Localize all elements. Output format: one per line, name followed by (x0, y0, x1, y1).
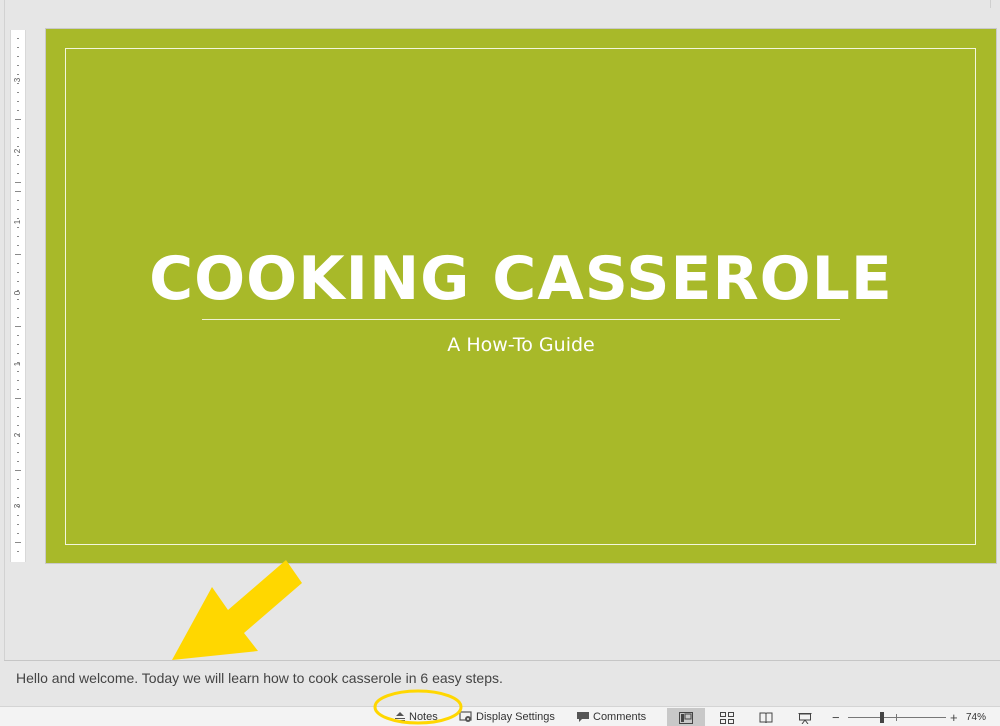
reading-view-icon (759, 712, 773, 723)
display-settings-button[interactable]: Display Settings (459, 707, 555, 726)
ruler-tick (15, 191, 21, 192)
ruler-tick (17, 281, 19, 282)
ruler-tick (17, 101, 19, 102)
editor-top-edge (0, 0, 991, 8)
ruler-tick (17, 146, 19, 147)
ruler-tick (17, 83, 19, 84)
ruler-tick (17, 128, 19, 129)
ruler-tick (17, 173, 19, 174)
ruler-tick (15, 398, 21, 399)
yellow-arrow-annotation (172, 560, 302, 660)
ruler-tick (17, 308, 19, 309)
normal-view-button[interactable] (667, 708, 705, 726)
zoom-slider-thumb[interactable] (880, 712, 884, 723)
slide-show-icon (798, 712, 812, 724)
ruler-tick (15, 326, 21, 327)
powerpoint-window: 3210123 COOKING CASSEROLE A How-To Guide… (0, 0, 1000, 726)
slide-title[interactable]: COOKING CASSEROLE (46, 243, 996, 315)
ruler-tick (15, 119, 21, 120)
ruler-tick (17, 425, 19, 426)
ruler-tick (17, 443, 19, 444)
ruler-tick (17, 110, 19, 111)
speaker-notes-text[interactable]: Hello and welcome. Today we will learn h… (16, 669, 503, 687)
ruler-tick (17, 452, 19, 453)
ruler-tick (17, 92, 19, 93)
notes-button[interactable]: Notes (394, 707, 438, 726)
ruler-tick (17, 218, 19, 219)
display-settings-label: Display Settings (476, 711, 555, 723)
ruler-tick (17, 290, 19, 291)
ruler-tick (17, 461, 19, 462)
ruler-tick (17, 47, 19, 48)
comment-icon (577, 712, 589, 722)
ruler-tick (17, 506, 19, 507)
ruler-tick (17, 416, 19, 417)
vertical-ruler: 3210123 (10, 30, 26, 562)
ruler-tick (15, 182, 21, 183)
ruler-tick (15, 470, 21, 471)
ruler-tick (17, 317, 19, 318)
ruler-tick (17, 236, 19, 237)
ruler-tick (17, 479, 19, 480)
ruler-tick (17, 488, 19, 489)
comments-button[interactable]: Comments (576, 707, 646, 726)
ruler-tick (17, 515, 19, 516)
ruler-tick (15, 542, 21, 543)
ruler-tick (17, 344, 19, 345)
normal-view-icon (679, 711, 693, 724)
notes-label: Notes (409, 711, 438, 723)
ruler-tick (17, 533, 19, 534)
zoom-level[interactable]: 74% (966, 707, 986, 726)
ruler-tick (17, 164, 19, 165)
ruler-tick (17, 137, 19, 138)
ruler-tick (17, 245, 19, 246)
ruler-tick (17, 524, 19, 525)
ruler-tick (17, 155, 19, 156)
slide-sorter-view-button[interactable] (708, 708, 746, 726)
title-divider-line (202, 319, 840, 320)
ruler-tick (17, 389, 19, 390)
slide-show-view-button[interactable] (786, 708, 824, 726)
ruler-tick (17, 497, 19, 498)
ruler-tick (17, 434, 19, 435)
reading-view-button[interactable] (747, 708, 785, 726)
display-settings-icon (459, 711, 472, 722)
slide-canvas[interactable]: COOKING CASSEROLE A How-To Guide (46, 29, 996, 563)
editor-left-edge (0, 0, 5, 700)
ruler-tick (15, 254, 21, 255)
ruler-tick (17, 380, 19, 381)
ruler-tick (17, 299, 19, 300)
ruler-tick (17, 65, 19, 66)
notes-icon (395, 712, 405, 721)
ruler-tick (17, 371, 19, 372)
ruler-tick (17, 551, 19, 552)
ruler-tick (17, 209, 19, 210)
ruler-tick (17, 38, 19, 39)
status-bar: Notes Display Settings Comments − + 74% (0, 706, 1000, 726)
ruler-number: 2 (13, 432, 22, 438)
ruler-tick (17, 362, 19, 363)
zoom-slider-track[interactable] (848, 717, 946, 718)
ruler-tick (17, 227, 19, 228)
ruler-tick (17, 200, 19, 201)
ruler-tick (17, 74, 19, 75)
comments-label: Comments (593, 711, 647, 723)
ruler-tick (17, 353, 19, 354)
ruler-tick (17, 263, 19, 264)
zoom-slider-center-mark (896, 714, 897, 721)
slide-sorter-icon (720, 711, 734, 724)
ruler-tick (17, 272, 19, 273)
zoom-in-button[interactable]: + (950, 707, 958, 726)
zoom-out-button[interactable]: − (832, 707, 840, 726)
ruler-tick (17, 56, 19, 57)
notes-pane[interactable]: Hello and welcome. Today we will learn h… (4, 660, 1000, 706)
ruler-number: 1 (13, 361, 22, 367)
slide-subtitle[interactable]: A How-To Guide (46, 333, 996, 357)
ruler-tick (17, 335, 19, 336)
ruler-tick (17, 407, 19, 408)
